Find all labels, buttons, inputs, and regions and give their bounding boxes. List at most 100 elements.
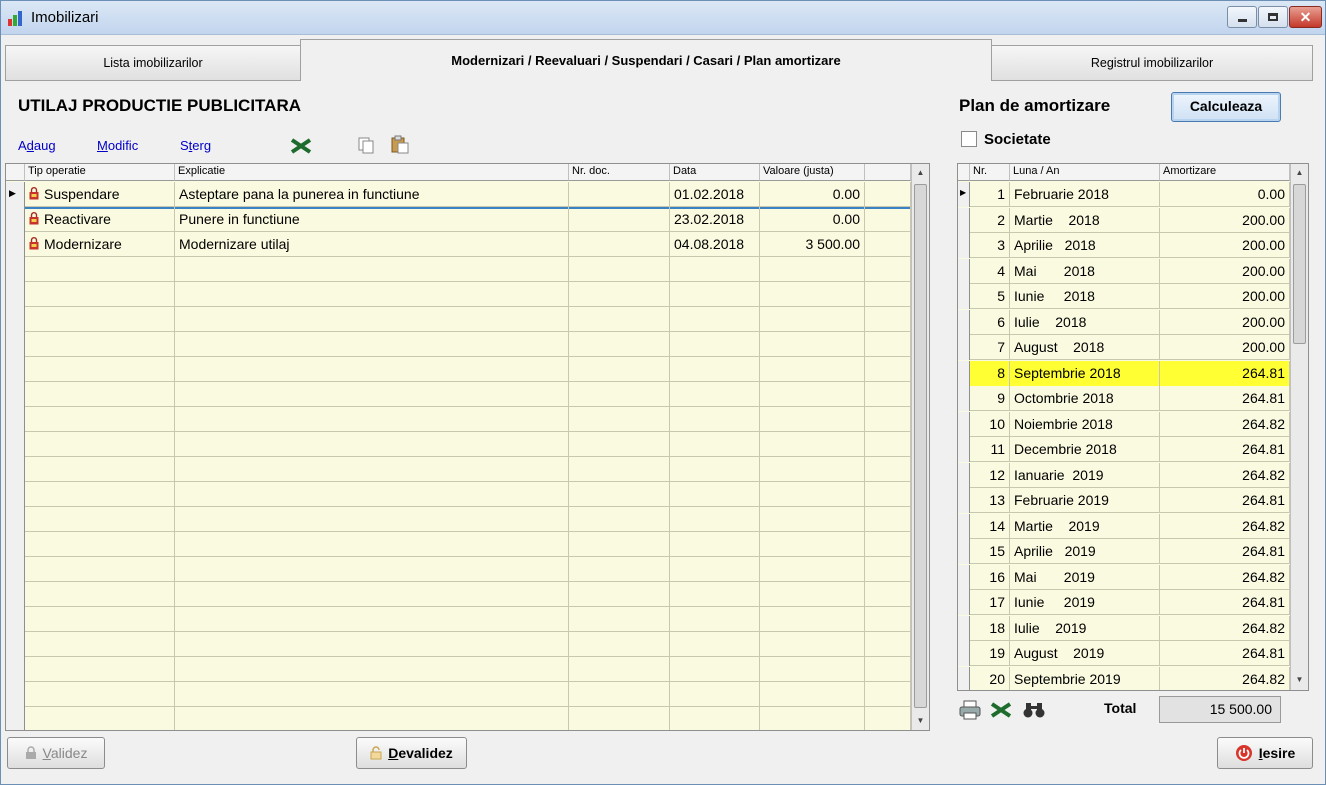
table-row[interactable] [6, 407, 911, 432]
cell-month[interactable]: Februarie 2018 [1010, 182, 1160, 207]
cell-filler[interactable] [865, 582, 911, 607]
cell-explanation[interactable] [175, 682, 569, 707]
table-row[interactable]: ▶ Suspendare Asteptare pana la punerea in … [6, 182, 911, 209]
cell-filler[interactable] [865, 357, 911, 382]
cell-month[interactable]: Martie 2019 [1010, 513, 1160, 539]
cell-type[interactable] [25, 557, 175, 582]
cell-filler[interactable] [865, 382, 911, 407]
row-indicator[interactable]: ▶ [958, 182, 970, 207]
delete-link[interactable]: Sterg [180, 138, 211, 153]
cell-explanation[interactable] [175, 507, 569, 532]
cell-value[interactable] [760, 682, 865, 707]
cell-explanation[interactable]: Asteptare pana la punerea in functiune [175, 182, 569, 207]
table-row[interactable]: 15 Aprilie 2019 264.81 [958, 539, 1290, 564]
cell-filler[interactable] [865, 457, 911, 482]
cell-amount[interactable]: 264.81 [1160, 437, 1290, 462]
tab-modernizari[interactable]: Modernizari / Reevaluari / Suspendari / … [300, 39, 992, 81]
excel-export-icon[interactable] [990, 702, 1012, 718]
cell-date[interactable] [670, 357, 760, 382]
cell-amount[interactable]: 200.00 [1160, 258, 1290, 284]
row-indicator[interactable] [6, 357, 25, 382]
cell-value[interactable] [760, 332, 865, 357]
cell-nr[interactable]: 8 [970, 360, 1010, 386]
row-indicator[interactable] [958, 437, 970, 462]
cell-type[interactable]: Suspendare [25, 182, 175, 207]
row-indicator[interactable] [958, 615, 970, 641]
table-row[interactable] [6, 507, 911, 532]
cell-month[interactable]: Februarie 2019 [1010, 488, 1160, 513]
cell-doc[interactable] [569, 557, 670, 582]
cell-date[interactable] [670, 657, 760, 682]
cell-filler[interactable] [865, 482, 911, 507]
row-indicator[interactable] [958, 564, 970, 590]
table-row[interactable] [6, 382, 911, 407]
add-link[interactable]: Adaug [18, 138, 56, 153]
cell-doc[interactable] [569, 382, 670, 407]
cell-nr[interactable]: 3 [970, 233, 1010, 258]
table-row[interactable]: 17 Iunie 2019 264.81 [958, 590, 1290, 615]
cell-amount[interactable]: 264.81 [1160, 590, 1290, 615]
cell-filler[interactable] [865, 182, 911, 207]
cell-month[interactable]: August 2019 [1010, 641, 1160, 666]
cell-nr[interactable]: 1 [970, 182, 1010, 207]
row-indicator[interactable] [958, 641, 970, 666]
cell-type[interactable] [25, 682, 175, 707]
cell-month[interactable]: Decembrie 2018 [1010, 437, 1160, 462]
table-row[interactable] [6, 482, 911, 507]
row-indicator[interactable] [958, 513, 970, 539]
cell-doc[interactable] [569, 357, 670, 382]
cell-amount[interactable]: 200.00 [1160, 284, 1290, 309]
cell-amount[interactable]: 264.82 [1160, 615, 1290, 641]
cell-nr[interactable]: 9 [970, 386, 1010, 411]
row-indicator[interactable] [6, 257, 25, 282]
row-indicator[interactable] [6, 707, 25, 730]
row-indicator[interactable] [6, 632, 25, 657]
table-row[interactable]: Modernizare Modernizare utilaj 04.08.2018 3… [6, 232, 911, 257]
table-row[interactable]: 6 Iulie 2018 200.00 [958, 309, 1290, 335]
cell-nr[interactable]: 15 [970, 539, 1010, 564]
table-row[interactable] [6, 682, 911, 707]
cell-value[interactable] [760, 382, 865, 407]
cell-month[interactable]: Iulie 2018 [1010, 309, 1160, 335]
cell-value[interactable]: 0.00 [760, 182, 865, 207]
cell-nr[interactable]: 4 [970, 258, 1010, 284]
cell-nr[interactable]: 6 [970, 309, 1010, 335]
cell-value[interactable] [760, 632, 865, 657]
cell-explanation[interactable] [175, 632, 569, 657]
amortization-scrollbar[interactable]: ▲ ▼ [1290, 164, 1308, 690]
row-indicator[interactable] [958, 488, 970, 513]
row-indicator[interactable] [6, 407, 25, 432]
cell-nr[interactable]: 20 [970, 666, 1010, 690]
row-indicator[interactable] [6, 457, 25, 482]
table-row[interactable]: 12 Ianuarie 2019 264.82 [958, 462, 1290, 488]
cell-date[interactable] [670, 582, 760, 607]
cell-doc[interactable] [569, 682, 670, 707]
cell-month[interactable]: Iulie 2019 [1010, 615, 1160, 641]
cell-month[interactable]: Noiembrie 2018 [1010, 411, 1160, 437]
row-indicator[interactable] [958, 590, 970, 615]
table-row[interactable] [6, 257, 911, 282]
cell-month[interactable]: Aprilie 2019 [1010, 539, 1160, 564]
table-row[interactable] [6, 582, 911, 607]
copy-icon[interactable] [358, 137, 374, 154]
cell-doc[interactable] [569, 582, 670, 607]
cell-filler[interactable] [865, 707, 911, 730]
cell-type[interactable]: Reactivare [25, 207, 175, 232]
cell-doc[interactable] [569, 457, 670, 482]
cell-doc[interactable] [569, 332, 670, 357]
table-row[interactable] [6, 557, 911, 582]
cell-date[interactable] [670, 307, 760, 332]
cell-type[interactable] [25, 307, 175, 332]
table-row[interactable] [6, 457, 911, 482]
table-row[interactable]: 13 Februarie 2019 264.81 [958, 488, 1290, 513]
cell-doc[interactable] [569, 532, 670, 557]
cell-doc[interactable] [569, 432, 670, 457]
cell-date[interactable]: 23.02.2018 [670, 207, 760, 232]
cell-doc[interactable] [569, 607, 670, 632]
table-row[interactable] [6, 707, 911, 730]
row-indicator[interactable] [6, 507, 25, 532]
cell-explanation[interactable] [175, 257, 569, 282]
cell-type[interactable] [25, 282, 175, 307]
cell-filler[interactable] [865, 332, 911, 357]
cell-value[interactable] [760, 657, 865, 682]
